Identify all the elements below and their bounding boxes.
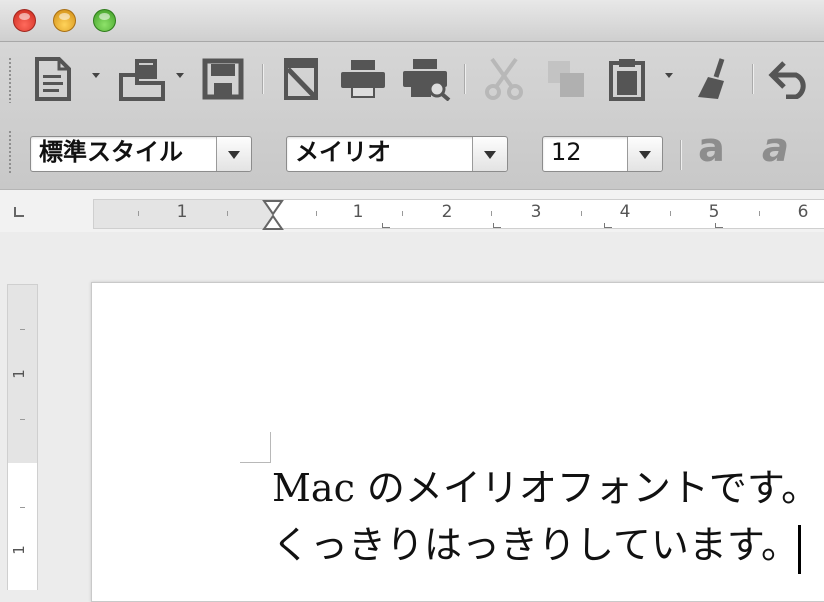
close-window-button[interactable] — [13, 9, 36, 32]
undo-button[interactable] — [766, 56, 816, 102]
tab-stop[interactable] — [382, 223, 390, 228]
export-pdf-button[interactable] — [280, 56, 322, 102]
print-preview-button[interactable] — [400, 56, 454, 102]
ruler-label: 4 — [619, 202, 631, 222]
clone-formatting-button[interactable] — [690, 56, 738, 102]
open-folder-icon — [119, 59, 165, 101]
zoom-window-button[interactable] — [93, 9, 116, 32]
ruler-label: 1 — [176, 202, 188, 222]
toolbar-separator — [680, 140, 681, 170]
clone-formatting-icon — [698, 58, 725, 99]
print-button[interactable] — [338, 56, 388, 102]
text-boundary-corner — [240, 432, 271, 463]
cut-icon — [485, 57, 523, 100]
minimize-window-button[interactable] — [53, 9, 76, 32]
ruler-label: 3 — [530, 202, 542, 222]
font-size-value: 12 — [551, 138, 582, 166]
text-cursor — [798, 525, 801, 574]
font-name-value: メイリオ — [295, 138, 391, 166]
ruler-label: 1 — [9, 369, 28, 379]
ruler-label: 5 — [708, 202, 720, 222]
copy-icon — [548, 61, 584, 97]
paragraph-style-value: 標準スタイル — [39, 138, 183, 166]
paragraph-style-dropdown-button[interactable] — [216, 137, 251, 171]
new-document-icon — [35, 57, 71, 101]
paste-dropdown[interactable] — [665, 73, 673, 78]
paste-button[interactable] — [604, 56, 650, 102]
print-preview-icon — [403, 59, 451, 101]
toolbar-grip[interactable] — [8, 57, 12, 103]
export-pdf-icon — [284, 58, 318, 100]
print-icon — [341, 60, 385, 98]
font-name-dropdown-button[interactable] — [472, 137, 507, 171]
new-document-button[interactable] — [30, 56, 76, 102]
undo-icon — [768, 61, 806, 99]
ruler-label: 1 — [352, 202, 364, 222]
paste-icon — [609, 59, 645, 101]
tab-type-selector[interactable] — [14, 207, 24, 217]
font-size-combo[interactable]: 12 — [542, 136, 663, 172]
open-button[interactable] — [114, 56, 170, 102]
cut-button[interactable] — [480, 56, 528, 102]
font-name-combo[interactable]: メイリオ — [286, 136, 508, 172]
toolbar-separator — [464, 64, 465, 94]
indent-marker-icon[interactable] — [262, 200, 284, 230]
new-document-dropdown[interactable] — [92, 73, 100, 78]
tab-stop[interactable] — [604, 223, 612, 228]
open-dropdown[interactable] — [176, 73, 184, 78]
italic-button[interactable]: a — [762, 128, 789, 168]
save-button[interactable] — [200, 56, 246, 102]
copy-button[interactable] — [544, 56, 588, 102]
toolbar-separator — [752, 64, 753, 94]
toolbar-separator — [262, 64, 263, 94]
vertical-ruler[interactable]: 1 1 — [7, 284, 38, 590]
font-size-dropdown-button[interactable] — [627, 137, 662, 171]
document-text-line[interactable]: くっきりはっきりしています。 — [272, 523, 799, 567]
horizontal-ruler[interactable]: 1 1 2 3 4 5 6 — [93, 199, 824, 230]
tab-stop[interactable] — [715, 223, 723, 228]
ruler-label: 6 — [797, 202, 809, 222]
title-bar — [0, 0, 824, 42]
tab-stop[interactable] — [493, 223, 501, 228]
ruler-label: 2 — [441, 202, 453, 222]
ruler-label: 1 — [9, 545, 28, 555]
document-text-line[interactable]: Mac のメイリオフォントです。 — [272, 466, 819, 510]
toolbar-area: 標準スタイル メイリオ 12 a a — [0, 42, 824, 190]
formatting-toolbar-grip[interactable] — [8, 130, 12, 174]
save-icon — [202, 58, 244, 100]
paragraph-style-combo[interactable]: 標準スタイル — [30, 136, 252, 172]
bold-button[interactable]: a — [698, 128, 725, 168]
